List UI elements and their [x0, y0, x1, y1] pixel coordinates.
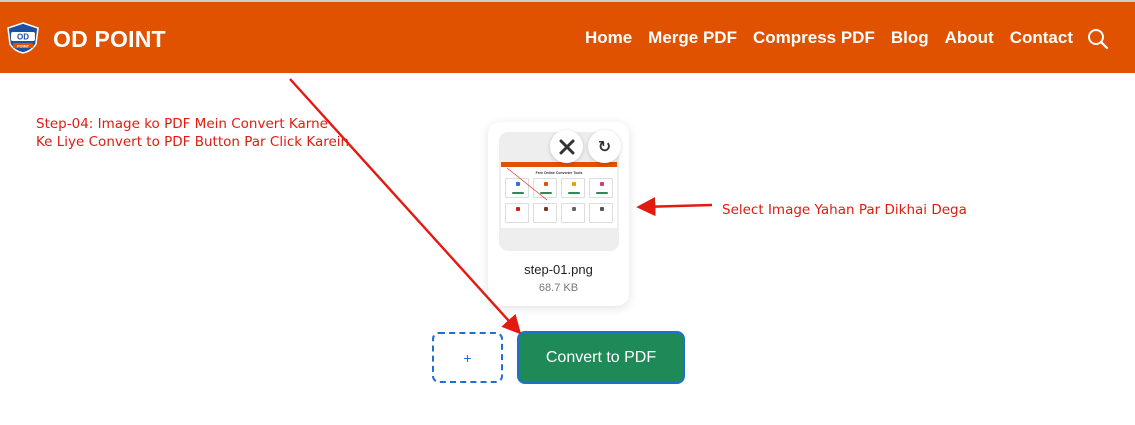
- step-note-line-2: Ke Liye Convert to PDF Button Par Click …: [36, 134, 350, 150]
- logo-icon[interactable]: OD POINT: [6, 22, 40, 54]
- step-note: Step-04: Image ko PDF Mein Convert Karne…: [36, 115, 356, 151]
- rotate-file-button[interactable]: ↻: [588, 130, 621, 163]
- search-icon[interactable]: [1087, 28, 1109, 50]
- thumbnail-arrow: [506, 167, 548, 201]
- thumbnail-screenshot: Free Online Converter Tools: [501, 162, 617, 228]
- nav-home[interactable]: Home: [585, 27, 632, 49]
- remove-file-button[interactable]: [550, 130, 583, 163]
- svg-text:POINT: POINT: [17, 43, 30, 48]
- preview-arrow: [636, 196, 713, 217]
- nav-compress-pdf[interactable]: Compress PDF: [753, 27, 875, 49]
- nav-about[interactable]: About: [945, 27, 994, 49]
- convert-to-pdf-button[interactable]: Convert to PDF: [517, 331, 685, 384]
- add-more-files-button[interactable]: +: [432, 332, 503, 383]
- step-note-line-1: Step-04: Image ko PDF Mein Convert Karne: [36, 116, 328, 132]
- nav-merge-pdf[interactable]: Merge PDF: [648, 27, 737, 49]
- preview-note: Select Image Yahan Par Dikhai Dega: [722, 202, 967, 218]
- file-name: step-01.png: [524, 262, 593, 277]
- file-card: Free Online Converter Tools ↻ step-01.pn…: [488, 122, 629, 306]
- close-icon: [559, 139, 574, 154]
- file-size: 68.7 KB: [538, 282, 579, 294]
- nav-blog[interactable]: Blog: [891, 27, 929, 49]
- nav-contact[interactable]: Contact: [1010, 27, 1073, 49]
- site-brand[interactable]: OD POINT: [53, 26, 166, 53]
- site-header: OD POINT OD POINT Home Merge PDF Compres…: [0, 2, 1135, 73]
- svg-text:OD: OD: [17, 33, 29, 42]
- rotate-icon: ↻: [597, 138, 612, 156]
- main-nav: Home Merge PDF Compress PDF Blog About C…: [585, 27, 1073, 49]
